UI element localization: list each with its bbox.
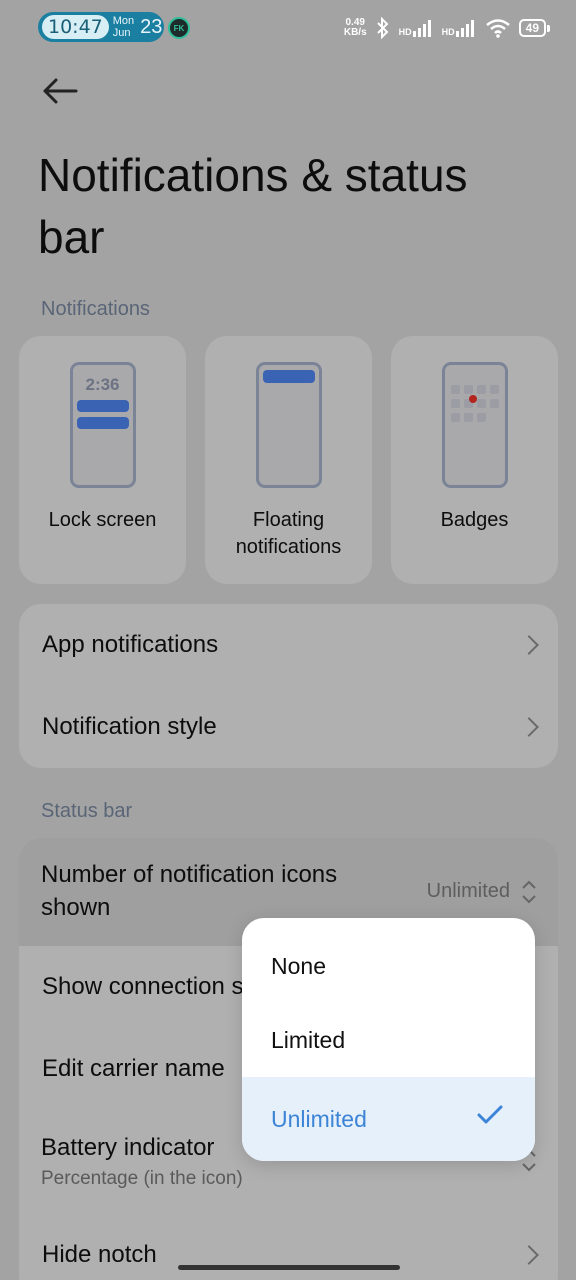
tile-badges[interactable]: Badges [391,336,558,584]
row-label: Battery indicator [41,1134,215,1161]
tile-label: Badges [440,509,509,531]
option-label: None [271,952,326,979]
notifications-settings-card: App notifications Notification style [19,604,558,768]
signal-bars-icon [455,20,474,37]
app-notification-icon: FK [168,17,190,39]
row-label: Edit carrier name [42,1055,225,1082]
row-value: Unlimited [426,880,510,902]
row-hide-notch[interactable]: Hide notch [19,1214,558,1280]
option-label: Limited [271,1026,346,1053]
signal-1: HD [399,19,434,37]
preview-notification-bar [76,400,129,412]
signal-bars-icon [412,20,431,37]
chevron-up-down-icon [522,880,536,904]
page-title: Notifications & status bar [38,149,468,263]
row-notification-style[interactable]: Notification style [19,686,558,768]
option-limited[interactable]: Limited [242,1003,535,1077]
network-speed-unit: KB/s [343,27,367,38]
battery-indicator: 49 [518,19,551,37]
status-time-pill: 10:47 Mon Jun 23 [38,12,164,42]
floating-preview [255,362,322,488]
option-none[interactable]: None [242,929,535,1003]
tile-floating-notifications[interactable]: Floating notifications [205,336,372,584]
status-date-month: Mon [112,15,135,27]
home-indicator[interactable] [178,1265,400,1270]
option-unlimited[interactable]: Unlimited [242,1077,535,1161]
notification-icons-dropdown: None Limited Unlimited [242,918,535,1161]
lock-screen-preview: 2:36 [69,362,136,488]
status-date-weekday: Jun [112,27,131,39]
sim1-hd-label: HD [398,27,412,37]
chevron-right-icon [519,635,539,655]
network-speed: 0.49 KB/s [344,18,367,38]
section-label-notifications: Notifications [41,298,150,320]
tile-lock-screen[interactable]: 2:36 Lock screen [19,336,186,584]
back-arrow-icon[interactable] [40,76,80,106]
tile-label: Lock screen [48,509,157,531]
badges-preview [441,362,508,488]
preview-time: 2:36 [85,375,120,394]
chevron-right-icon [519,717,539,737]
signal-2: HD [442,19,477,37]
row-label: Notification style [42,713,217,740]
status-time: 10:47 [42,15,109,39]
row-app-notifications[interactable]: App notifications [19,604,558,686]
wifi-icon [485,19,510,38]
sim2-hd-label: HD [441,27,455,37]
bluetooth-icon [376,17,389,39]
preview-notification-bar [76,417,129,429]
row-label: Hide notch [42,1241,157,1268]
status-indicators: 0.49 KB/s HD HD 49 [344,14,551,42]
row-label: Number of notification icons shown [41,861,338,921]
option-label: Unlimited [271,1105,367,1132]
tile-label: Floating notifications [235,509,342,558]
status-day: 23 [140,15,163,38]
status-date: Mon Jun [113,15,134,39]
row-sublabel: Percentage (in the icon) [41,1168,243,1189]
checkmark-icon [477,1105,503,1124]
section-label-status-bar: Status bar [41,800,133,822]
app-grid-icon [450,385,499,422]
preview-floating-bar [262,370,315,383]
row-label: App notifications [42,631,219,658]
chevron-right-icon [519,1245,539,1265]
